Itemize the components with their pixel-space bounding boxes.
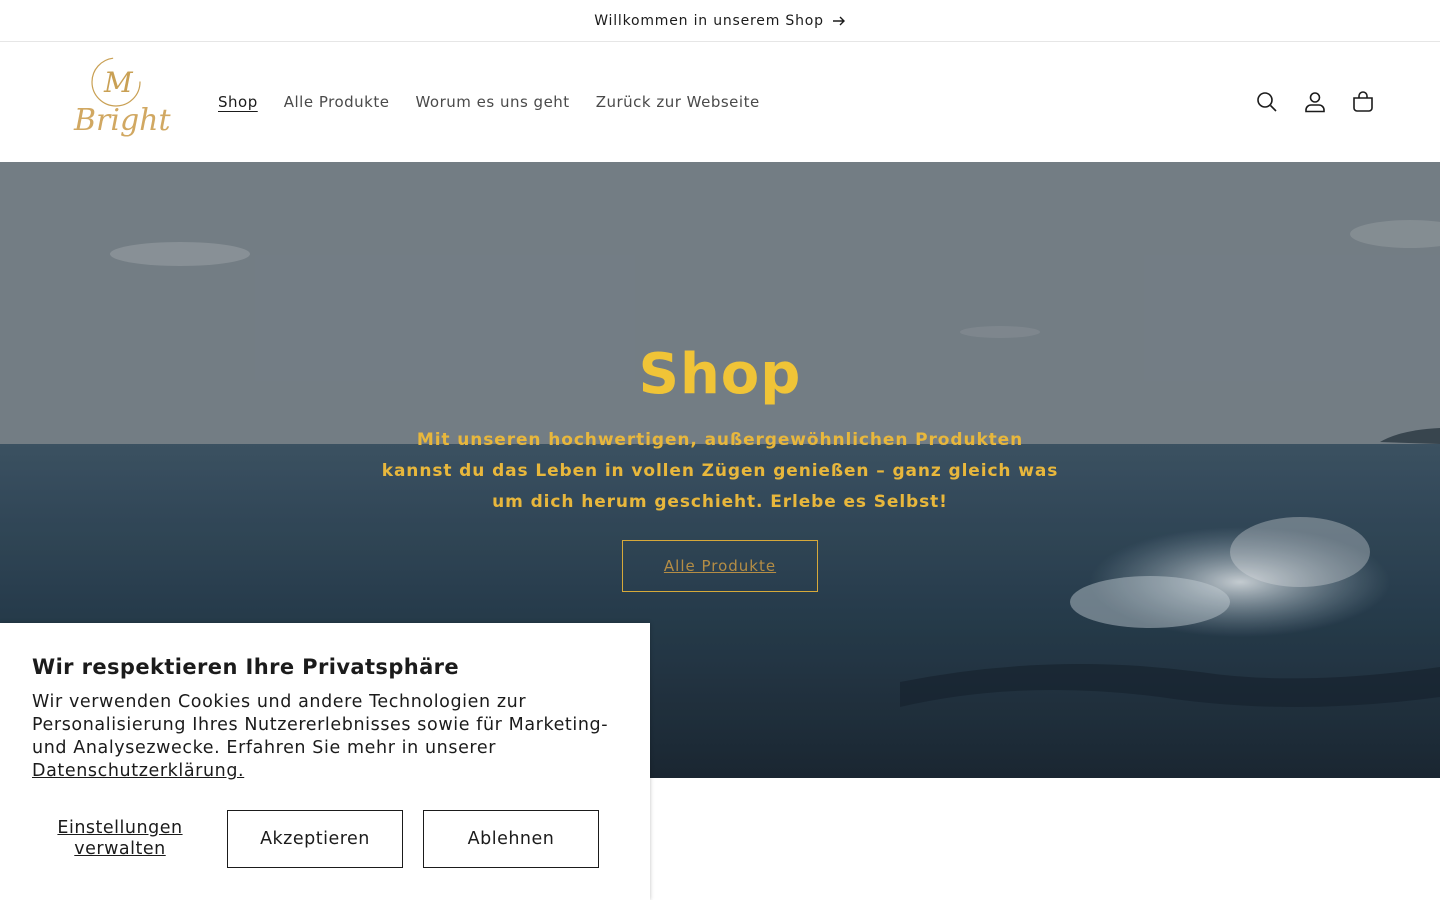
all-products-button[interactable]: Alle Produkte	[622, 540, 818, 592]
nav-item-worum-es-uns-geht[interactable]: Worum es uns geht	[415, 87, 569, 117]
hero-content: Shop Mit unseren hochwertigen, außergewö…	[0, 342, 1440, 592]
cookie-description: Wir verwenden Cookies und andere Technol…	[32, 691, 618, 783]
manage-settings-link[interactable]: Einstellungen verwalten	[32, 818, 208, 860]
site-header: M Bright Shop Alle Produkte Worum es uns…	[0, 42, 1440, 161]
cookie-banner: Wir respektieren Ihre Privatsphäre Wir v…	[0, 623, 650, 900]
search-button[interactable]	[1252, 87, 1282, 117]
header-icons	[1252, 87, 1378, 117]
announcement-link[interactable]: Willkommen in unserem Shop	[594, 13, 846, 29]
decline-button[interactable]: Ablehnen	[423, 810, 599, 868]
account-button[interactable]	[1300, 87, 1330, 117]
cookie-title: Wir respektieren Ihre Privatsphäre	[32, 655, 460, 679]
privacy-policy-link[interactable]: Datenschutzerklärung.	[32, 761, 244, 781]
search-icon	[1257, 91, 1277, 112]
hero-description: Mit unseren hochwertigen, außergewöhnlic…	[381, 430, 1059, 512]
cart-icon	[1353, 90, 1373, 112]
nav-item-shop[interactable]: Shop	[218, 87, 258, 117]
arrow-right-icon	[832, 16, 845, 25]
main-nav: Shop Alle Produkte Worum es uns geht Zur…	[218, 87, 760, 117]
cart-button[interactable]	[1348, 87, 1378, 117]
brand-logo[interactable]: M Bright	[68, 54, 176, 150]
cookie-text: Wir verwenden Cookies und andere Technol…	[32, 692, 609, 758]
nav-item-alle-produkte[interactable]: Alle Produkte	[284, 87, 390, 117]
account-icon	[1305, 91, 1325, 112]
announcement-bar: Willkommen in unserem Shop	[0, 0, 1440, 42]
announcement-text: Willkommen in unserem Shop	[594, 12, 824, 29]
accept-button[interactable]: Akzeptieren	[227, 810, 403, 868]
logo-monogram: M	[103, 66, 134, 99]
nav-item-zurueck-zur-webseite[interactable]: Zurück zur Webseite	[596, 87, 760, 117]
hero-title: Shop	[638, 342, 802, 407]
cookie-actions: Einstellungen verwalten Akzeptieren Able…	[32, 810, 599, 868]
logo-wordmark: Bright	[73, 103, 172, 138]
